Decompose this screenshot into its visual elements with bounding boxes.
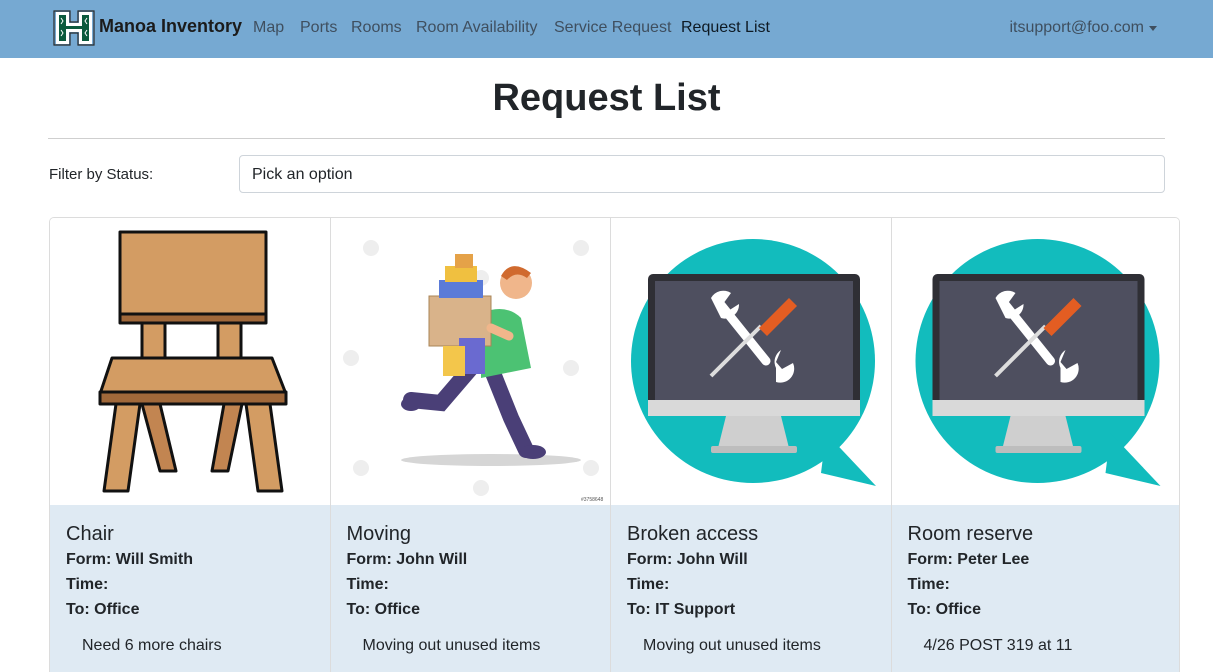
card-time: Time: bbox=[346, 576, 389, 593]
brand-text: Manoa Inventory bbox=[99, 15, 243, 36]
user-email: itsupport@foo.com bbox=[1009, 19, 1144, 36]
card-title: Broken access bbox=[627, 523, 759, 545]
card-time: Time: bbox=[907, 576, 950, 593]
card-title: Moving bbox=[346, 523, 411, 545]
nav-link-room-availability[interactable]: Room Availability bbox=[416, 19, 538, 37]
request-card[interactable]: #3758648 Moving Form: John Will Time: To… bbox=[330, 218, 611, 672]
card-note: 4/26 POST 319 at 11 bbox=[923, 637, 1073, 654]
chair-icon bbox=[98, 230, 288, 493]
card-form: Form: John Will bbox=[627, 551, 748, 568]
card-to: To: Office bbox=[907, 601, 981, 618]
card-image bbox=[891, 218, 1179, 505]
nav-link-map[interactable]: Map bbox=[253, 19, 284, 37]
chevron-down-icon bbox=[1149, 25, 1157, 31]
moving-person-icon: #3758648 bbox=[342, 240, 603, 503]
card-note: Moving out unused items bbox=[643, 637, 821, 654]
status-filter-select[interactable]: Pick an option bbox=[239, 155, 1165, 193]
nav-link-request-list[interactable]: Request List bbox=[681, 19, 770, 37]
request-card[interactable]: Room reserve Form: Peter Lee Time: To: O… bbox=[891, 218, 1179, 672]
card-body: Moving Form: John Will Time: To: Office … bbox=[330, 505, 610, 672]
card-body: Chair Form: Will Smith Time: To: Office … bbox=[50, 505, 330, 672]
divider bbox=[48, 138, 1165, 139]
card-note: Need 6 more chairs bbox=[82, 637, 222, 654]
computer-repair-icon bbox=[915, 239, 1160, 486]
card-form: Form: Peter Lee bbox=[907, 551, 1030, 568]
request-card[interactable]: Broken access Form: John Will Time: To: … bbox=[611, 218, 892, 672]
card-image bbox=[50, 218, 330, 505]
card-image-watermark: #3758648 bbox=[581, 497, 603, 503]
card-body: Broken access Form: John Will Time: To: … bbox=[611, 505, 891, 672]
card-note: Moving out unused items bbox=[362, 637, 541, 654]
top-navbar: Manoa Inventory Map Ports Rooms Room Ava… bbox=[0, 0, 1213, 58]
card-time: Time: bbox=[627, 576, 670, 593]
nav-link-rooms[interactable]: Rooms bbox=[351, 19, 402, 37]
page-title: Request List bbox=[492, 77, 721, 119]
card-form: Form: Will Smith bbox=[66, 551, 193, 568]
card-title: Room reserve bbox=[907, 523, 1034, 545]
card-to: To: IT Support bbox=[627, 601, 736, 618]
card-to: To: Office bbox=[346, 601, 420, 618]
card-image bbox=[611, 218, 891, 505]
card-form: Form: John Will bbox=[346, 551, 468, 568]
request-card-group: Chair Form: Will Smith Time: To: Office … bbox=[49, 217, 1180, 672]
brand-link[interactable]: Manoa Inventory bbox=[53, 10, 242, 46]
nav-link-ports[interactable]: Ports bbox=[300, 19, 337, 37]
card-image: #3758648 bbox=[330, 218, 610, 505]
request-card[interactable]: Chair Form: Will Smith Time: To: Office … bbox=[50, 218, 331, 672]
nav-link-service-request[interactable]: Service Request bbox=[554, 19, 671, 37]
hawaii-h-logo-icon bbox=[53, 10, 95, 46]
computer-repair-icon bbox=[631, 239, 876, 486]
card-body: Room reserve Form: Peter Lee Time: To: O… bbox=[891, 505, 1179, 672]
card-to: To: Office bbox=[66, 601, 140, 618]
card-time: Time: bbox=[66, 576, 109, 593]
card-title: Chair bbox=[66, 523, 114, 545]
filter-label: Filter by Status: bbox=[49, 166, 154, 183]
user-dropdown[interactable]: itsupport@foo.com bbox=[1009, 19, 1157, 37]
